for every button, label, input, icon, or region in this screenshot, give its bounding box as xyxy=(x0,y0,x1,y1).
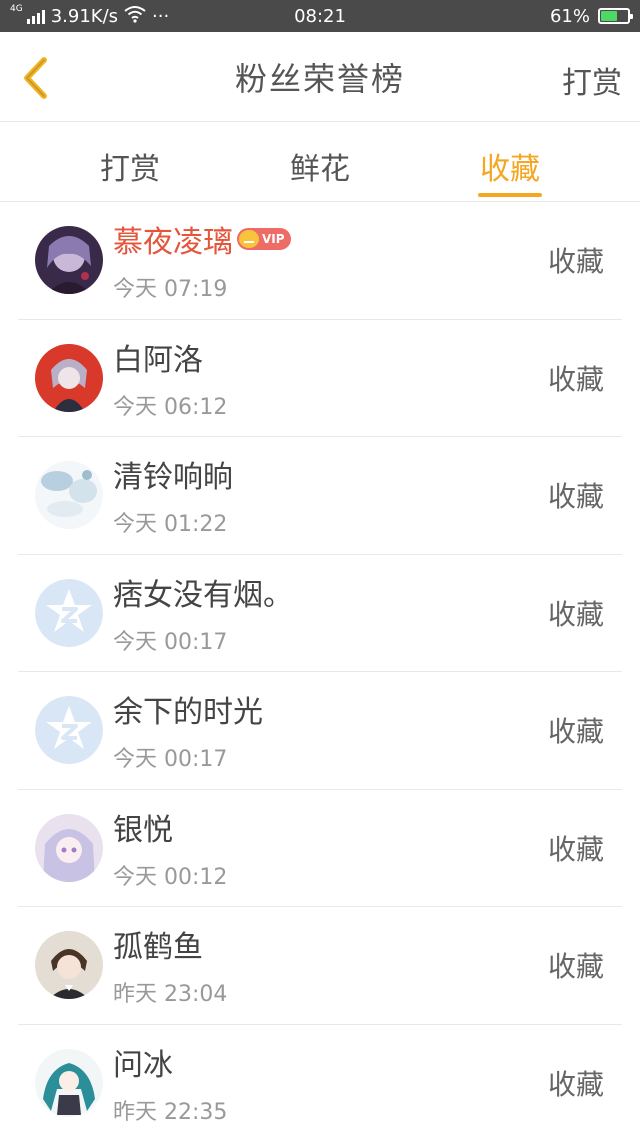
avatar[interactable] xyxy=(35,931,103,1000)
list-item[interactable]: 问冰 昨天 22:35 收藏 xyxy=(18,1025,622,1138)
fan-name[interactable]: 问冰 xyxy=(113,1040,173,1084)
fan-time: 昨天 22:35 xyxy=(113,1100,228,1126)
tab-label: 打赏 xyxy=(100,152,160,187)
list-item[interactable]: 银悦 今天 00:12 收藏 xyxy=(18,790,622,907)
vip-label: VIP xyxy=(262,232,285,247)
back-button[interactable] xyxy=(12,54,60,102)
favorite-action: 收藏 xyxy=(547,362,604,396)
name-line: 痞女没有烟。 xyxy=(113,570,548,614)
name-line: 孤鹤鱼 xyxy=(113,922,548,966)
crown-icon xyxy=(239,230,259,249)
name-line: 慕夜凌璃 VIP xyxy=(113,217,548,261)
fan-time: 今天 01:22 xyxy=(113,512,228,538)
name-line: 白阿洛 xyxy=(113,335,548,379)
fan-info: 孤鹤鱼 昨天 23:04 xyxy=(113,922,548,1008)
tab-label: 鲜花 xyxy=(290,152,350,187)
favorite-action: 收藏 xyxy=(547,480,604,514)
fan-info: 清铃响晌 今天 01:22 xyxy=(113,452,548,538)
name-line: 银悦 xyxy=(113,805,548,849)
name-line: 清铃响晌 xyxy=(113,452,548,496)
favorite-action: 收藏 xyxy=(547,597,604,631)
tab-active-indicator xyxy=(478,193,542,197)
tab-bar: 打赏 鲜花 收藏 xyxy=(0,122,640,202)
fan-name[interactable]: 慕夜凌璃 xyxy=(113,217,233,261)
avatar[interactable] xyxy=(35,226,103,295)
favorite-action: 收藏 xyxy=(547,1068,604,1102)
status-left: 4G 3.91K/s ··· xyxy=(10,3,170,28)
signal-icon xyxy=(26,8,45,24)
list-item[interactable]: 慕夜凌璃 VIP 今天 07:19 收藏 xyxy=(18,202,622,320)
header: 粉丝荣誉榜 打赏 xyxy=(0,32,640,122)
favorite-action: 收藏 xyxy=(547,245,604,279)
fan-info: 慕夜凌璃 VIP 今天 07:19 xyxy=(113,217,548,303)
list-item[interactable]: 白阿洛 今天 06:12 收藏 xyxy=(18,320,622,437)
fan-info: 银悦 今天 00:12 xyxy=(113,805,548,891)
network-speed: 3.91K/s xyxy=(50,5,119,27)
fan-name[interactable]: 孤鹤鱼 xyxy=(113,922,203,966)
fan-time: 今天 06:12 xyxy=(113,394,228,420)
fan-info: 白阿洛 今天 06:12 xyxy=(113,335,548,421)
name-line: 余下的时光 xyxy=(113,687,548,731)
fan-name[interactable]: 白阿洛 xyxy=(113,335,203,379)
fan-name[interactable]: 清铃响晌 xyxy=(113,452,233,496)
wifi-icon xyxy=(124,5,146,28)
favorite-action: 收藏 xyxy=(547,832,604,866)
fan-time: 今天 00:12 xyxy=(113,864,228,890)
favorite-action: 收藏 xyxy=(547,715,604,749)
tab-label: 收藏 xyxy=(480,152,540,187)
fan-name[interactable]: 痞女没有烟。 xyxy=(113,570,293,614)
tab-flowers[interactable]: 鲜花 xyxy=(225,122,415,201)
fan-list: 慕夜凌璃 VIP 今天 07:19 收藏 白阿洛 今天 06:12 收藏 清铃响… xyxy=(0,202,640,1138)
tab-favorites[interactable]: 收藏 xyxy=(415,122,605,201)
fan-info: 问冰 昨天 22:35 xyxy=(113,1040,548,1126)
battery-fill xyxy=(601,11,617,21)
avatar[interactable] xyxy=(35,461,103,530)
battery-icon xyxy=(598,8,633,24)
fan-name[interactable]: 银悦 xyxy=(113,805,173,849)
list-item[interactable]: 清铃响晌 今天 01:22 收藏 xyxy=(18,437,622,555)
reward-button[interactable]: 打赏 xyxy=(562,58,622,102)
vip-badge: VIP xyxy=(237,228,291,251)
fan-time: 今天 07:19 xyxy=(113,277,228,303)
fan-time: 今天 00:17 xyxy=(113,629,228,655)
avatar[interactable] xyxy=(35,343,103,412)
fan-time: 昨天 23:04 xyxy=(113,982,228,1008)
status-right: 61% xyxy=(549,5,633,27)
page-title: 粉丝荣誉榜 xyxy=(234,59,405,98)
fan-info: 余下的时光 今天 00:17 xyxy=(113,687,548,773)
fan-info: 痞女没有烟。 今天 00:17 xyxy=(113,570,548,656)
chevron-left-icon xyxy=(24,57,47,99)
status-bar: 4G 3.91K/s ··· 08:21 61% xyxy=(0,0,640,32)
fan-time: 今天 00:17 xyxy=(113,747,228,773)
favorite-action: 收藏 xyxy=(547,950,604,984)
list-item[interactable]: 痞女没有烟。 今天 00:17 收藏 xyxy=(18,555,622,672)
fan-name[interactable]: 余下的时光 xyxy=(113,687,263,731)
name-line: 问冰 xyxy=(113,1040,548,1084)
default-avatar-icon[interactable] xyxy=(35,578,103,647)
tab-reward[interactable]: 打赏 xyxy=(35,122,225,201)
avatar[interactable] xyxy=(35,813,103,882)
list-item[interactable]: 孤鹤鱼 昨天 23:04 收藏 xyxy=(18,907,622,1025)
more-dots: ··· xyxy=(152,5,170,27)
default-avatar-icon[interactable] xyxy=(35,696,103,765)
avatar[interactable] xyxy=(35,1049,103,1118)
battery-percent: 61% xyxy=(549,5,590,27)
network-type: 4G xyxy=(10,3,23,14)
list-item[interactable]: 余下的时光 今天 00:17 收藏 xyxy=(18,672,622,790)
